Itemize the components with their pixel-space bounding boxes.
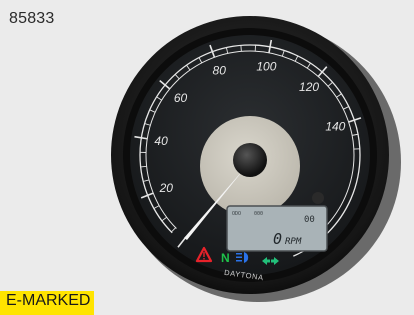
scale-label: 60 [174, 91, 188, 105]
needle-cap [233, 143, 267, 177]
lcd-value: 0 [273, 230, 282, 248]
scale-label: 120 [299, 80, 319, 94]
lcd-odo-value: 000 [254, 211, 263, 217]
scale-label: 80 [213, 63, 227, 77]
lcd-odo-label: ODO [232, 211, 241, 217]
lcd-gear: 00 [304, 215, 315, 225]
lcd-unit: RPM [285, 237, 302, 247]
scale-label: 140 [325, 119, 345, 133]
speedometer: 20406080100120140 ODO 000 00 0 RPM N DAY… [0, 0, 414, 314]
sensor-dot [312, 192, 324, 204]
scale-label: 20 [159, 181, 174, 195]
scale-label: 100 [256, 60, 276, 74]
neutral-icon: N [221, 251, 230, 265]
e-marked-badge: E-MARKED [0, 291, 94, 315]
scale-label: 40 [154, 134, 168, 148]
